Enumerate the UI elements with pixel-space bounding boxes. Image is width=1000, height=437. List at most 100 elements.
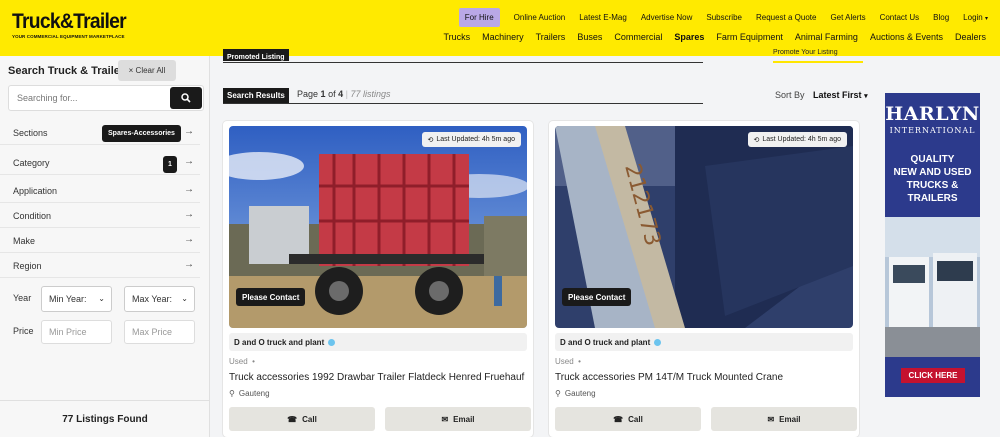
top-link-login[interactable]: Login ▾ — [963, 13, 988, 22]
condition-label: Used • — [229, 357, 255, 366]
call-label: Call — [302, 414, 317, 424]
search-input[interactable] — [9, 86, 159, 110]
condition-label: Used • — [555, 357, 581, 366]
listing-location: ⚲ Gauteng — [555, 389, 596, 398]
clear-all-button[interactable]: × Clear All — [118, 60, 176, 81]
email-label: Email — [453, 414, 475, 424]
price-badge: Please Contact — [562, 288, 632, 306]
sort-value: Latest First — [813, 90, 862, 100]
filter-region[interactable]: Region → — [0, 253, 200, 278]
site-header: Truck&Trailer YOUR COMMERCIAL EQUIPMENT … — [0, 0, 1000, 56]
listing-photo[interactable]: 212173 ⟲ Last Updated: 4h 5m ago Please … — [555, 126, 853, 328]
arrow-right-icon: → — [184, 156, 194, 167]
nav-buses[interactable]: Buses — [577, 32, 602, 42]
top-link-contact-us[interactable]: Contact Us — [880, 13, 920, 22]
listing-title[interactable]: Truck accessories 1992 Drawbar Trailer F… — [229, 372, 524, 383]
last-updated-badge: ⟲ Last Updated: 4h 5m ago — [421, 132, 521, 147]
phone-icon: ☎ — [287, 414, 298, 424]
arrow-right-icon: → — [184, 209, 194, 220]
dealer-name[interactable]: D and O truck and plant — [555, 333, 853, 351]
call-button[interactable]: ☎ Call — [229, 407, 375, 431]
filter-application[interactable]: Application → — [0, 178, 200, 203]
dealer-label: D and O truck and plant — [234, 337, 325, 347]
sort-dropdown[interactable]: Latest First ▾ — [813, 90, 868, 100]
nav-trucks[interactable]: Trucks — [443, 32, 470, 42]
condition-text: Used — [555, 357, 574, 366]
category-count-badge: 1 — [163, 156, 177, 173]
listing-location: ⚲ Gauteng — [229, 389, 270, 398]
top-link-request-quote[interactable]: Request a Quote — [756, 13, 816, 22]
top-link-latest-emag[interactable]: Latest E-Mag — [579, 13, 627, 22]
year-label: Year — [13, 293, 32, 303]
top-link-subscribe[interactable]: Subscribe — [706, 13, 742, 22]
filter-make[interactable]: Make → — [0, 228, 200, 253]
nav-farm-equipment[interactable]: Farm Equipment — [716, 32, 783, 42]
login-label: Login — [963, 13, 983, 22]
phone-icon: ☎ — [613, 414, 624, 424]
harlyn-advert[interactable]: HARLYN INTERNATIONAL QUALITY NEW AND USE… — [885, 93, 980, 397]
top-link-advertise-now[interactable]: Advertise Now — [641, 13, 693, 22]
filter-label: Application — [13, 186, 58, 196]
filter-condition[interactable]: Condition → — [0, 203, 200, 228]
top-link-blog[interactable]: Blog — [933, 13, 949, 22]
min-year-select[interactable]: Min Year: ⌄ — [41, 286, 112, 312]
arrow-right-icon: → — [184, 184, 194, 195]
last-updated-text: Last Updated: 4h 5m ago — [436, 136, 515, 143]
promoted-listing-tab: Promoted Listing — [223, 49, 289, 61]
ad-tagline: QUALITY NEW AND USED TRUCKS & TRAILERS — [885, 153, 980, 205]
min-price-input[interactable]: Min Price — [41, 320, 112, 344]
arrow-right-icon: → — [184, 259, 194, 270]
email-button[interactable]: ✉ Email — [385, 407, 531, 431]
listing-title[interactable]: Truck accessories PM 14T/M Truck Mounted… — [555, 372, 783, 383]
last-updated-text: Last Updated: 4h 5m ago — [762, 136, 841, 143]
promote-your-listing-button[interactable]: Promote Your Listing — [773, 49, 863, 63]
page-of: of — [328, 89, 336, 99]
click-here-button[interactable]: CLICK HERE — [901, 368, 965, 383]
envelope-icon: ✉ — [441, 414, 449, 424]
nav-spares[interactable]: Spares — [674, 32, 704, 42]
logo-tagline: YOUR COMMERCIAL EQUIPMENT MARKETPLACE — [12, 34, 125, 39]
max-year-select[interactable]: Max Year: ⌄ — [124, 286, 195, 312]
listing-photo[interactable]: ⟲ Last Updated: 4h 5m ago Please Contact — [229, 126, 527, 328]
call-button[interactable]: ☎ Call — [555, 407, 701, 431]
history-icon: ⟲ — [753, 136, 760, 144]
nav-animal-farming[interactable]: Animal Farming — [795, 32, 858, 42]
top-link-online-auction[interactable]: Online Auction — [514, 13, 566, 22]
search-sidebar: Search Truck & Trailer × Clear All Secti… — [0, 56, 210, 437]
trucks-photo — [885, 217, 980, 357]
sidebar-title: Search Truck & Trailer — [8, 65, 125, 77]
call-label: Call — [628, 414, 643, 424]
top-link-get-alerts[interactable]: Get Alerts — [830, 13, 865, 22]
nav-commercial[interactable]: Commercial — [614, 32, 662, 42]
top-link-for-hire[interactable]: For Hire — [458, 8, 500, 27]
sections-chip[interactable]: Spares-Accessories — [102, 125, 181, 142]
nav-machinery[interactable]: Machinery — [482, 32, 524, 42]
page-prefix: Page — [297, 89, 319, 99]
chevron-down-icon: ⌄ — [98, 294, 105, 303]
divider — [223, 62, 703, 63]
filter-category[interactable]: Category 1 → — [0, 150, 200, 175]
ad-tagline-line: QUALITY — [910, 154, 955, 165]
arrow-right-icon: → — [184, 234, 194, 245]
listing-card[interactable]: 212173 ⟲ Last Updated: 4h 5m ago Please … — [549, 121, 859, 437]
chevron-down-icon: ⌄ — [181, 294, 188, 303]
site-logo[interactable]: Truck&Trailer YOUR COMMERCIAL EQUIPMENT … — [12, 10, 136, 40]
max-price-input[interactable]: Max Price — [124, 320, 195, 344]
email-button[interactable]: ✉ Email — [711, 407, 857, 431]
nav-auctions-events[interactable]: Auctions & Events — [870, 32, 943, 42]
chevron-down-icon: ▾ — [984, 16, 988, 22]
search-button[interactable] — [170, 87, 202, 109]
email-label: Email — [779, 414, 801, 424]
dealer-label: D and O truck and plant — [560, 337, 651, 347]
page-current: 1 — [320, 89, 326, 99]
filter-sections[interactable]: Sections Spares-Accessories → — [0, 120, 200, 145]
listing-card[interactable]: ⟲ Last Updated: 4h 5m ago Please Contact… — [223, 121, 533, 437]
dealer-name[interactable]: D and O truck and plant — [229, 333, 527, 351]
top-nav: For Hire Online Auction Latest E-Mag Adv… — [458, 8, 988, 27]
divider — [223, 103, 703, 104]
nav-trailers[interactable]: Trailers — [536, 32, 566, 42]
logo-text: Truck&Trailer — [12, 10, 127, 33]
nav-dealers[interactable]: Dealers — [955, 32, 986, 42]
listings-count: 77 listings — [350, 89, 391, 99]
pagination-info: Page 1 of 4 | 77 listings — [297, 89, 391, 99]
